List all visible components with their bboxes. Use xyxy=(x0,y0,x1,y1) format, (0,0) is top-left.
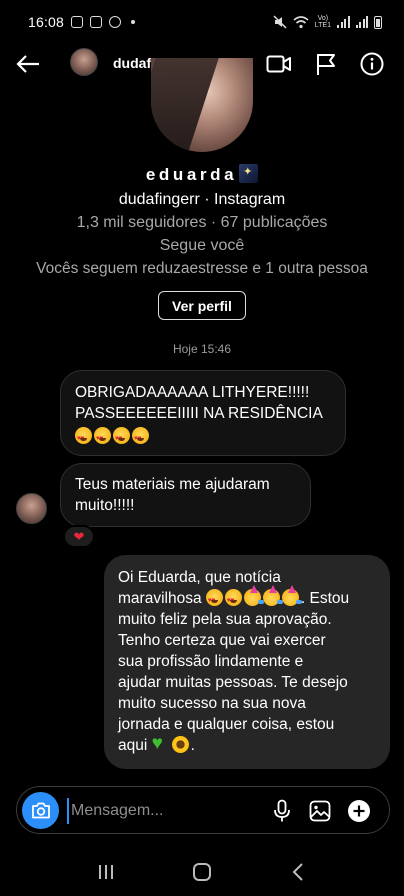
gallery-icon xyxy=(309,800,331,822)
profile-stats-line: 1,3 mil seguidores · 67 publicações xyxy=(76,214,328,231)
battery-icon xyxy=(374,15,382,29)
display-name-text: eduarda xyxy=(145,165,238,184)
partying-face-emoji-icon xyxy=(243,585,264,606)
incoming-message[interactable]: Teus materiais me ajudaram muito!!!!! xyxy=(60,463,311,527)
camera-icon xyxy=(31,802,50,819)
message-text: . Estou xyxy=(300,590,350,607)
recent-apps-button[interactable] xyxy=(86,852,126,892)
profile-picture[interactable] xyxy=(151,58,253,152)
message-line: ajudar muitas pessoas. Te desejo xyxy=(118,674,348,691)
status-time: 16:08 xyxy=(28,14,65,30)
system-back-button[interactable] xyxy=(278,852,318,892)
profile-display-name: eduarda xyxy=(0,164,404,185)
report-button[interactable] xyxy=(311,49,341,79)
avatar[interactable] xyxy=(70,48,98,76)
message-line: aqui . xyxy=(118,733,376,756)
camera-button[interactable] xyxy=(22,792,59,829)
message-line: jornada e qualquer coisa, estou xyxy=(118,716,335,733)
sender-avatar[interactable] xyxy=(16,493,47,524)
view-profile-button[interactable]: Ver perfil xyxy=(158,291,246,320)
info-button[interactable] xyxy=(357,49,387,79)
heart-reaction[interactable]: ❤ xyxy=(63,525,95,548)
heart-eyes-emoji-icon xyxy=(75,427,92,449)
heart-eyes-emoji-icon xyxy=(224,589,242,611)
instagram-icon xyxy=(71,16,84,28)
signal-icon xyxy=(337,16,350,28)
instagram-icon xyxy=(90,16,103,28)
message-text: . xyxy=(190,737,195,754)
profile-follows-line: Segue você xyxy=(159,237,245,254)
message-line: muito feliz pela sua aprovação. xyxy=(118,611,332,628)
partying-face-emoji-icon xyxy=(281,585,302,606)
message-text: maravilhosa xyxy=(118,590,206,607)
dot-icon xyxy=(131,20,136,24)
message-composer xyxy=(16,786,390,834)
heart-eyes-emoji-icon xyxy=(94,427,111,449)
night-sky-emoji-icon xyxy=(239,164,259,183)
video-call-button[interactable] xyxy=(264,49,294,79)
voice-message-button[interactable] xyxy=(267,796,297,826)
back-icon xyxy=(292,863,303,881)
incoming-message[interactable]: OBRIGADAAAAAA LITHYERE!!!!! PASSEEEEEEII… xyxy=(60,370,346,456)
green-heart-emoji-icon xyxy=(152,733,170,754)
message-timestamp: Hoje 15:46 xyxy=(172,342,232,356)
message-text: aqui xyxy=(118,737,152,754)
status-bar: 16:08 Vo) LTE1 xyxy=(0,0,404,44)
message-line: PASSEEEEEEIIIII NA RESIDÊNCIA xyxy=(75,405,323,422)
message-line: OBRIGADAAAAAA LITHYERE!!!!! xyxy=(75,384,310,401)
mute-icon xyxy=(273,15,287,29)
profile-handle-line: dudafingerr · Instagram xyxy=(118,191,286,208)
home-button[interactable] xyxy=(182,852,222,892)
outgoing-message[interactable]: Oi Eduarda, que notícia maravilhosa . Es… xyxy=(104,555,390,769)
recent-apps-icon xyxy=(99,865,113,879)
message-line: sua profissão lindamente e xyxy=(118,653,304,670)
back-arrow-icon xyxy=(16,55,39,73)
gallery-button[interactable] xyxy=(305,796,335,826)
wifi-icon xyxy=(293,15,309,28)
message-line: Oi Eduarda, que notícia xyxy=(118,569,281,586)
message-input[interactable] xyxy=(67,798,257,824)
message-line: muito sucesso na sua nova xyxy=(118,695,306,712)
heart-icon: ❤ xyxy=(73,528,85,544)
whatsapp-icon xyxy=(109,16,122,28)
system-nav-bar xyxy=(0,848,404,896)
more-options-button[interactable] xyxy=(344,796,374,826)
microphone-icon xyxy=(274,799,290,822)
heart-eyes-emoji-icon xyxy=(113,427,130,449)
info-icon xyxy=(360,52,384,76)
message-line: maravilhosa . Estou xyxy=(118,585,376,611)
video-camera-icon xyxy=(266,55,291,73)
message-line: muito!!!!! xyxy=(75,497,135,514)
volte-icon: Vo) LTE1 xyxy=(314,15,331,29)
heart-eyes-emoji-icon xyxy=(205,589,223,611)
message-line: Tenho certeza que vai exercer xyxy=(118,632,326,649)
heart-eyes-emoji-icon xyxy=(132,427,149,449)
message-line: Teus materiais me ajudaram xyxy=(75,476,270,493)
back-button[interactable] xyxy=(14,50,42,78)
plus-icon xyxy=(348,800,370,822)
signal-icon xyxy=(355,16,368,28)
flag-icon xyxy=(317,54,335,75)
sunflower-emoji-icon xyxy=(171,736,189,753)
home-icon xyxy=(193,863,211,881)
profile-mutual-line: Vocês seguem reduzaestresse e 1 outra pe… xyxy=(36,260,368,277)
partying-face-emoji-icon xyxy=(262,585,283,606)
